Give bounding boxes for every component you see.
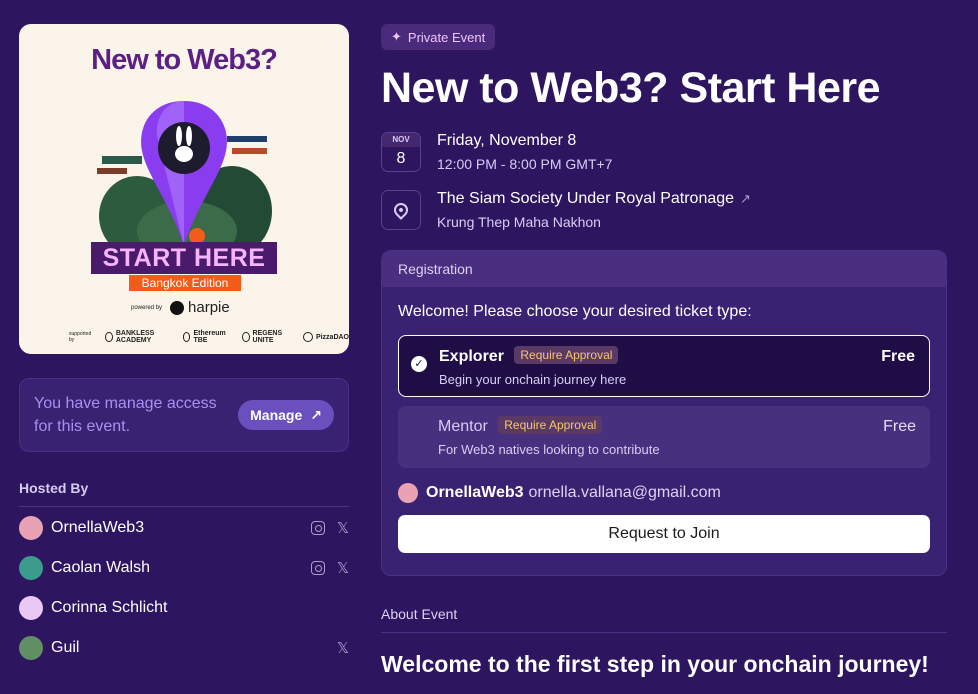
host-name: Corinna Schlicht [51, 599, 168, 616]
host-row[interactable]: OrnellaWeb3 𝕏 [19, 509, 349, 547]
harpie-logo: harpie [170, 299, 230, 316]
manage-button-label: Manage [250, 407, 303, 423]
poster-start-here: START HERE [91, 242, 277, 274]
ticket-option-explorer[interactable]: ✓ Explorer Require Approval Free Begin y… [398, 335, 930, 397]
date-time: 12:00 PM - 8:00 PM GMT+7 [437, 156, 613, 172]
location-pin-icon [381, 190, 421, 230]
poster-edition: Bangkok Edition [129, 275, 241, 291]
avatar [19, 516, 43, 540]
host-row[interactable]: Corinna Schlicht [19, 589, 349, 627]
event-title: New to Web3? Start Here [381, 64, 881, 112]
request-to-join-button[interactable]: Request to Join [398, 515, 930, 553]
user-email: ornella.vallana@gmail.com [528, 484, 721, 501]
manage-access-text: You have manage access for this event. [34, 395, 217, 435]
sponsor-logo: PizzaDAO [302, 332, 349, 342]
instagram-icon[interactable] [310, 521, 325, 535]
x-icon[interactable]: 𝕏 [337, 639, 349, 657]
location-row: The Siam Society Under Royal Patronage ↗ … [381, 190, 947, 230]
ticket-price: Free [881, 348, 915, 365]
arrow-up-right-icon: ↗ [310, 406, 322, 423]
x-icon[interactable]: 𝕏 [337, 559, 349, 577]
approval-badge: Require Approval [498, 416, 603, 434]
date-main: Friday, November 8 [437, 132, 577, 149]
date-row: NOV 8 Friday, November 8 12:00 PM - 8:00… [381, 132, 947, 172]
avatar [19, 556, 43, 580]
host-name: OrnellaWeb3 [51, 519, 145, 536]
external-link-icon: ↗ [740, 191, 751, 206]
about-heading: Welcome to the first step in your onchai… [381, 651, 929, 677]
manage-button[interactable]: Manage ↗ [238, 400, 334, 430]
current-user: OrnellaWeb3 ornella.vallana@gmail.com [398, 483, 930, 503]
avatar [19, 596, 43, 620]
date-month: NOV [382, 133, 420, 147]
harpie-label: harpie [188, 299, 230, 316]
about-event-label: About Event [381, 606, 947, 633]
ticket-name: Mentor [438, 418, 488, 435]
right-column: ✦ Private Event New to Web3? Start Here … [381, 24, 947, 678]
poster-illustration [97, 101, 272, 256]
host-socials: 𝕏 [310, 559, 349, 577]
registration-header: Registration [382, 251, 946, 287]
hosted-by-label: Hosted By [19, 480, 349, 507]
left-column: New to Web3? START HERE Bangkok Edition … [19, 24, 349, 667]
ticket-description: For Web3 natives looking to contribute [438, 442, 660, 457]
location-name: The Siam Society Under Royal Patronage [437, 190, 735, 207]
host-name: Guil [51, 639, 80, 656]
location-link[interactable]: The Siam Society Under Royal Patronage ↗ [437, 190, 751, 208]
supported-by-label: supported by [69, 331, 92, 343]
approval-badge: Require Approval [514, 346, 619, 364]
host-socials: 𝕏 [337, 639, 349, 657]
registration-card: Registration Welcome! Please choose your… [381, 250, 947, 576]
private-event-badge: ✦ Private Event [381, 24, 496, 50]
x-icon[interactable]: 𝕏 [337, 519, 349, 537]
harpie-icon [170, 300, 185, 315]
ticket-price: Free [883, 418, 916, 435]
ticket-option-mentor[interactable]: Mentor Require Approval Free For Web3 na… [398, 406, 930, 468]
poster-powered-by: powered by harpie [131, 299, 230, 316]
sponsor-logo: REGENS UNITE [242, 330, 289, 344]
instagram-icon[interactable] [310, 561, 325, 575]
sponsor-logo: BANKLESS ACADEMY [105, 330, 168, 344]
ticket-name: Explorer [439, 348, 504, 365]
host-row[interactable]: Guil 𝕏 [19, 629, 349, 667]
host-row[interactable]: Caolan Walsh 𝕏 [19, 549, 349, 587]
avatar [19, 636, 43, 660]
ticket-description: Begin your onchain journey here [439, 372, 627, 387]
private-event-label: Private Event [407, 29, 486, 45]
poster-title: New to Web3? [91, 44, 278, 76]
sparkle-icon: ✦ [391, 29, 402, 44]
check-icon: ✓ [411, 356, 427, 372]
location-city: Krung Thep Maha Nakhon [437, 214, 601, 230]
powered-by-label: powered by [131, 304, 163, 311]
registration-welcome: Welcome! Please choose your desired tick… [398, 303, 752, 320]
host-name: Caolan Walsh [51, 559, 151, 576]
sponsor-logo: Ethereum TBE [182, 330, 228, 344]
date-day: 8 [396, 150, 406, 167]
avatar [398, 483, 418, 503]
calendar-icon: NOV 8 [381, 132, 421, 172]
host-socials: 𝕏 [310, 519, 349, 537]
manage-access-box: You have manage access for this event. M… [19, 378, 349, 452]
poster-sponsors: supported by BANKLESS ACADEMY Ethereum T… [69, 330, 349, 344]
event-poster: New to Web3? START HERE Bangkok Edition … [19, 24, 349, 354]
user-name: OrnellaWeb3 [426, 484, 524, 501]
